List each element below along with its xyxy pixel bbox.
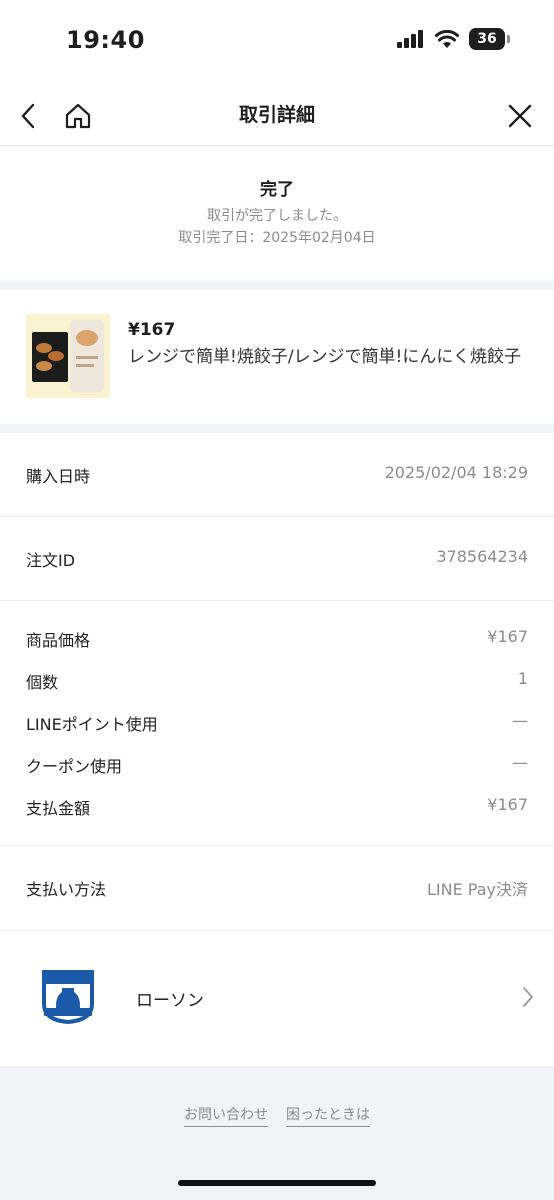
lawson-station-logo (36, 964, 100, 1032)
section-gap (0, 424, 554, 433)
status-bar: 19:40 36 (0, 0, 554, 80)
wifi-icon (435, 30, 459, 48)
status-title: 完了 (260, 180, 294, 200)
divider (0, 930, 554, 931)
status-icons: 36 (397, 28, 510, 50)
close-icon (508, 104, 532, 128)
footer: お問い合わせ 困ったときは (0, 1066, 554, 1200)
product-name: レンジで簡単!焼餃子/レンジで簡単!にんにく焼餃子 (128, 347, 522, 367)
order-id-value: 378564234 (436, 547, 528, 566)
line-points-value: — (512, 711, 528, 730)
battery-level: 36 (477, 31, 497, 47)
close-button[interactable] (500, 96, 540, 136)
help-link[interactable]: 困ったときは (286, 1104, 370, 1127)
page-title: 取引詳細 (238, 104, 315, 126)
price-breakdown: 商品価格 ¥167 個数 1 LINEポイント使用 — クーポン使用 — 支払金… (0, 601, 554, 845)
quantity-label: 個数 (26, 673, 59, 692)
home-indicator[interactable] (178, 1180, 376, 1186)
line-points-label: LINEポイント使用 (26, 715, 158, 734)
footer-links: お問い合わせ 困ったときは (0, 1104, 554, 1127)
transaction-status: 完了 取引が完了しました。 取引完了日：2025年02月04日 (0, 147, 554, 281)
battery-icon: 36 (469, 28, 505, 50)
payment-method-value: LINE Pay決済 (426, 880, 528, 899)
purchase-datetime-value: 2025/02/04 18:29 (384, 463, 528, 482)
coupon-value: — (512, 753, 528, 772)
battery-cap (507, 35, 510, 43)
order-id-row: 注文ID 378564234 (0, 517, 554, 601)
item-price-label: 商品価格 (26, 631, 91, 650)
payment-method-row: 支払い方法 LINE Pay決済 (0, 846, 554, 930)
product-price: ¥167 (128, 320, 176, 340)
payment-method-label: 支払い方法 (26, 880, 107, 899)
product-card: ¥167 レンジで簡単!焼餃子/レンジで簡単!にんにく焼餃子 (0, 290, 554, 424)
item-price-value: ¥167 (487, 627, 528, 646)
order-id-label: 注文ID (26, 551, 76, 570)
total-value: ¥167 (487, 795, 528, 814)
purchase-datetime-label: 購入日時 (26, 467, 91, 486)
store-link[interactable]: ローソン (0, 932, 554, 1066)
chevron-right-icon (522, 986, 534, 1012)
nav-bar: 取引詳細 (0, 84, 554, 146)
store-name: ローソン (136, 991, 204, 1011)
total-label: 支払金額 (26, 799, 91, 818)
product-image (26, 314, 110, 398)
quantity-value: 1 (517, 669, 528, 688)
purchase-datetime-row: 購入日時 2025/02/04 18:29 (0, 433, 554, 517)
completed-date: 取引完了日：2025年02月04日 (178, 230, 376, 246)
section-gap (0, 281, 554, 290)
signal-icon (397, 30, 423, 48)
contact-link[interactable]: お問い合わせ (184, 1104, 268, 1127)
coupon-label: クーポン使用 (26, 757, 123, 776)
status-time: 19:40 (66, 26, 145, 54)
status-message: 取引が完了しました。 (207, 208, 347, 224)
